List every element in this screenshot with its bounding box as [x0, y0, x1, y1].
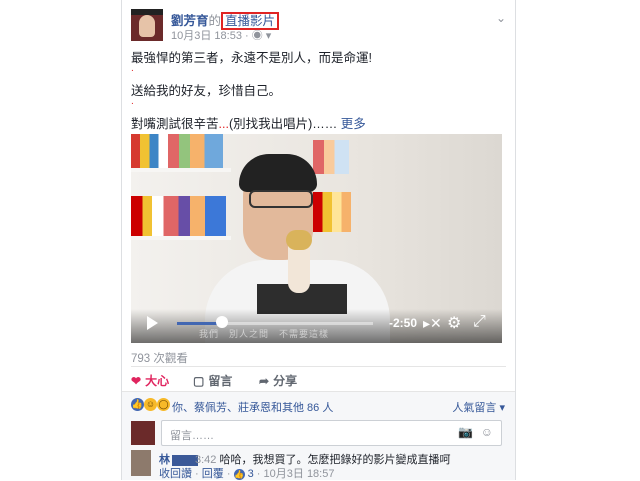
undo-like-link[interactable]: 收回讚 [159, 468, 192, 480]
post-options-chevron-icon[interactable]: ⌄ [496, 11, 506, 25]
comment-date[interactable]: 10月3日 18:57 [264, 468, 335, 480]
current-user-avatar [131, 421, 155, 445]
video-progress-handle[interactable] [216, 316, 229, 328]
reply-link[interactable]: 回覆 [202, 468, 224, 480]
love-label: 大心 [145, 374, 170, 388]
comment-label: 留言 [208, 374, 233, 388]
volume-mute-icon[interactable]: ▸✕ [423, 315, 442, 332]
video-subtitle: 我們 別人之間 不需要這樣 [199, 329, 330, 339]
love-button[interactable]: ❤ 大心 [131, 372, 169, 389]
heart-icon: ❤ [131, 374, 142, 388]
possessive-text: 的 [208, 14, 222, 28]
bookshelf-books-bottom [131, 196, 226, 236]
post-line-3: 對嘴測試很辛苦...(別找我出唱片)…… 更多 [131, 116, 506, 133]
video-time-remaining: -2:50 [389, 316, 418, 330]
post-date[interactable]: 10月3日 18:53 [171, 30, 242, 42]
wow-reaction-icon: ◯ [157, 398, 170, 411]
bookshelf-right-books-2 [313, 192, 351, 232]
meta-separator: · [245, 30, 249, 42]
share-label: 分享 [273, 374, 298, 388]
video-progress-track[interactable] [177, 322, 373, 325]
bookshelf-middle [131, 236, 231, 240]
chevron-down-icon: ▾ [499, 402, 505, 414]
post-body: 最強悍的第三者，永遠不是別人，而是命運! 送給我的好友，珍惜自己。 對嘴測試很辛… [131, 50, 506, 133]
post-line-3-ellipsis: ... [218, 117, 229, 131]
reactions-summary[interactable]: 你、蔡佩芳、莊承恩和其他 86 人 [172, 399, 333, 415]
haha-reaction-icon: ☺ [144, 398, 157, 411]
commenter-avatar[interactable] [131, 450, 151, 476]
globe-icon: ◉ [251, 30, 263, 42]
comment-meta: 收回讚 · 回覆 · 👍 3 · 10月3日 18:57 [159, 468, 335, 480]
comment-placeholder: 留言…… [170, 430, 214, 442]
feed-post: 劉芳育的 直播影片 10月3日 18:53 · ◉ ▾ ⌄ 最強悍的第三者，永遠不… [121, 0, 516, 480]
popular-comments-label: 人氣留言 [452, 402, 497, 414]
post-line-2: 送給我的好友，珍惜自己。 [131, 84, 282, 98]
author-avatar[interactable] [131, 9, 163, 41]
see-more-link[interactable]: 更多 [341, 117, 366, 131]
view-count: 793 次觀看 [131, 353, 188, 365]
share-arrow-icon: ➦ [259, 374, 270, 388]
post-line-3-tail: (別找我出唱片)…… [228, 117, 338, 131]
bookshelf-top [131, 168, 231, 172]
share-button[interactable]: ➦ 分享 [259, 372, 297, 389]
post-line-1: 最強悍的第三者，永遠不是別人，而是命運! [131, 51, 372, 65]
post-line-3-text: 對嘴測試很辛苦 [131, 117, 219, 131]
comments-section: 留言…… 📷 ☺ 林 3:42 哈哈，我想買了。怎麼把錄好的影片變成直播呵 收回… [122, 417, 515, 480]
microphone-head [286, 230, 312, 250]
play-icon[interactable] [147, 316, 158, 330]
reactions-bar: 👍 ☺ ◯ 你、蔡佩芳、莊承恩和其他 86 人 人氣留言 ▾ [122, 391, 515, 418]
presenter-hair [239, 154, 317, 192]
popular-comments-dropdown[interactable]: 人氣留言 ▾ [452, 399, 505, 415]
fullscreen-icon[interactable]: ⤢ [473, 313, 486, 331]
presenter-glasses [249, 190, 313, 208]
post-actions: ❤ 大心 ▢ 留言 ➦ 分享 [131, 366, 506, 391]
comment-bubble-icon: ▢ [193, 374, 205, 388]
video-player[interactable]: 我們 別人之間 不需要這樣 -2:50 ▸✕ ⚙ ⤢ [131, 134, 502, 343]
gear-icon[interactable]: ⚙ [447, 313, 461, 333]
post-meta: 10月3日 18:53 · ◉ ▾ [171, 27, 271, 43]
comment-like-count[interactable]: 3 [248, 468, 254, 480]
emoji-icon[interactable]: ☺ [481, 425, 493, 439]
post-header: 劉芳育的 直播影片 10月3日 18:53 · ◉ ▾ ⌄ [131, 9, 506, 43]
bookshelf-right-books [313, 140, 349, 174]
chevron-down-icon[interactable]: ▾ [266, 30, 272, 42]
comment-item: 林 3:42 哈哈，我想買了。怎麼把錄好的影片變成直播呵 收回讚 · 回覆 · … [131, 450, 506, 480]
bookshelf-books-top [131, 134, 223, 168]
author-name[interactable]: 劉芳育 [171, 14, 209, 28]
like-reaction-icon: 👍 [131, 398, 144, 411]
comment-input[interactable]: 留言…… 📷 ☺ [161, 420, 502, 446]
like-badge-icon: 👍 [233, 469, 245, 480]
comment-button[interactable]: ▢ 留言 [193, 372, 232, 389]
camera-icon[interactable]: 📷 [458, 425, 473, 439]
